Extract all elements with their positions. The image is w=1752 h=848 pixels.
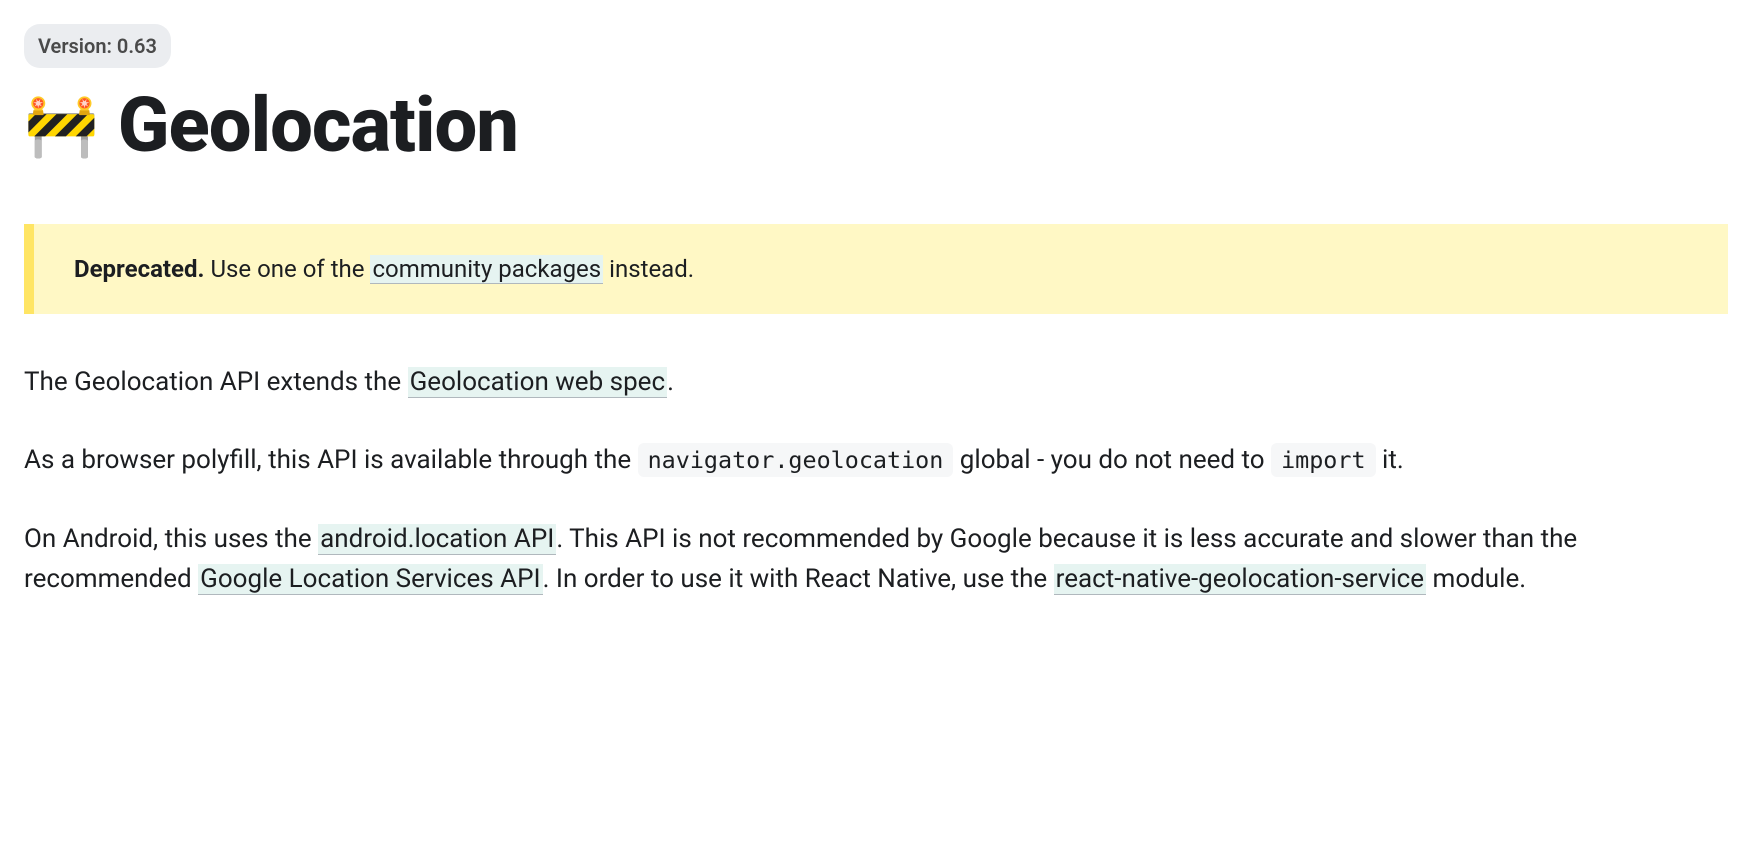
construction-icon: 🚧	[24, 96, 98, 156]
deprecated-label: Deprecated.	[74, 255, 205, 283]
geolocation-web-spec-link[interactable]: Geolocation web spec	[408, 367, 667, 398]
import-code: import	[1271, 443, 1376, 477]
p3-t4: module.	[1426, 564, 1526, 594]
p1-before: The Geolocation API extends the	[24, 367, 408, 397]
deprecated-text-after: instead.	[603, 255, 694, 283]
community-packages-link[interactable]: community packages	[370, 255, 603, 284]
p1-after: .	[667, 367, 674, 397]
polyfill-paragraph: As a browser polyfill, this API is avail…	[24, 440, 1728, 480]
google-location-services-link[interactable]: Google Location Services API	[198, 564, 542, 595]
navigator-geolocation-code: navigator.geolocation	[638, 443, 954, 477]
intro-paragraph: The Geolocation API extends the Geolocat…	[24, 362, 1728, 402]
p2-part2: global - you do not need to	[953, 445, 1271, 475]
page-title: 🚧 Geolocation	[24, 84, 1728, 168]
android-location-api-link[interactable]: android.location API	[318, 524, 556, 555]
p2-part1: As a browser polyfill, this API is avail…	[24, 445, 638, 475]
p2-part3: it.	[1376, 445, 1404, 475]
p3-t3: . In order to use it with React Native, …	[543, 564, 1054, 594]
page-title-text: Geolocation	[118, 84, 518, 168]
android-paragraph: On Android, this uses the android.locati…	[24, 519, 1728, 600]
version-badge: Version: 0.63	[24, 24, 171, 68]
deprecated-text-before: Use one of the	[205, 255, 371, 283]
deprecated-admonition: Deprecated. Use one of the community pac…	[24, 224, 1728, 314]
react-native-geolocation-service-link[interactable]: react-native-geolocation-service	[1054, 564, 1426, 595]
p3-t1: On Android, this uses the	[24, 524, 318, 554]
